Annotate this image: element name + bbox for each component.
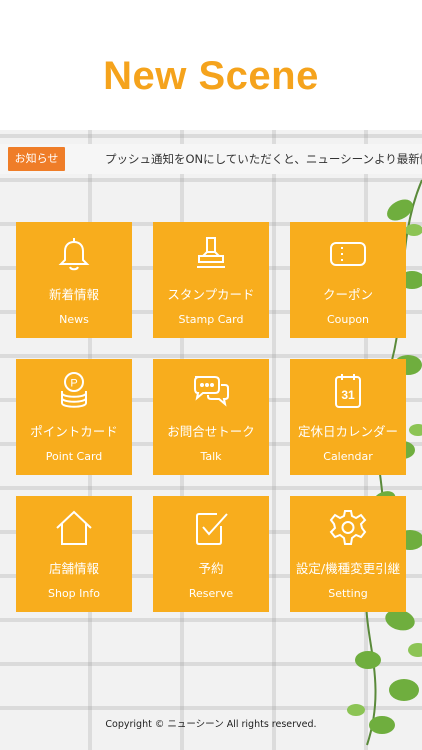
bell-icon (58, 238, 90, 271)
tile-label-jp: ポイントカード (30, 424, 118, 439)
house-icon (56, 510, 92, 545)
home-screen[interactable]: お知らせ プッシュ通知をONにしていただくと、ニューシーンより最新情報を 新着情… (0, 130, 422, 750)
tile-label-jp: 設定/機種変更引継 (295, 561, 401, 576)
tile-label-en: News (59, 313, 89, 326)
tile-label-en: Stamp Card (178, 313, 244, 326)
menu-tile-setting[interactable]: 設定/機種変更引継 Setting (290, 496, 406, 612)
checkbox-icon (196, 513, 228, 545)
menu-tile-shop-info[interactable]: 店舗情報 Shop Info (16, 496, 132, 612)
stamp-icon (197, 237, 225, 268)
app-header: New Scene (0, 0, 422, 130)
tile-label-jp: スタンプカード (167, 287, 255, 302)
gear-icon (329, 510, 367, 545)
chat-icon (194, 376, 229, 407)
tile-label-jp: 新着情報 (48, 287, 99, 302)
tile-label-en: Point Card (45, 450, 103, 463)
tile-label-jp: 店舗情報 (48, 561, 99, 576)
coins-icon: P (61, 372, 87, 408)
tile-label-en: Setting (328, 587, 368, 600)
menu-tile-stamp-card[interactable]: スタンプカード Stamp Card (153, 222, 269, 338)
menu-tile-talk[interactable]: お問合せトーク Talk (153, 359, 269, 475)
ticket-icon (330, 242, 366, 266)
tile-label-jp: 定休日カレンダー (297, 424, 398, 439)
calendar-icon: 31 (335, 374, 361, 408)
tile-label-en: Coupon (326, 313, 370, 326)
notice-ticker-text[interactable]: プッシュ通知をONにしていただくと、ニューシーンより最新情報を (105, 151, 422, 167)
tile-label-en: Talk (200, 450, 222, 463)
coin-letter: P (70, 378, 77, 390)
tile-label-en: Calendar (323, 450, 373, 463)
tile-label-en: Reserve (188, 587, 234, 600)
menu-tile-calendar[interactable]: 31 定休日カレンダー Calendar (290, 359, 406, 475)
calendar-day-number: 31 (341, 388, 355, 402)
notice-bar[interactable]: お知らせ プッシュ通知をONにしていただくと、ニューシーンより最新情報を (0, 144, 422, 174)
tile-label-jp: 予約 (198, 561, 224, 576)
menu-tile-reserve[interactable]: 予約 Reserve (153, 496, 269, 612)
menu-tile-news[interactable]: 新着情報 News (16, 222, 132, 338)
copyright-footer: Copyright © ニューシーン All rights reserved. (105, 719, 317, 730)
menu-tile-coupon[interactable]: クーポン Coupon (290, 222, 406, 338)
tile-label-jp: お問合せトーク (167, 424, 255, 439)
app-title: New Scene (103, 53, 319, 98)
tile-label-en: Shop Info (48, 587, 100, 600)
tile-label-jp: クーポン (322, 287, 373, 302)
notice-label: お知らせ (8, 147, 65, 171)
menu-tile-point-card[interactable]: P ポイントカード Point Card (16, 359, 132, 475)
